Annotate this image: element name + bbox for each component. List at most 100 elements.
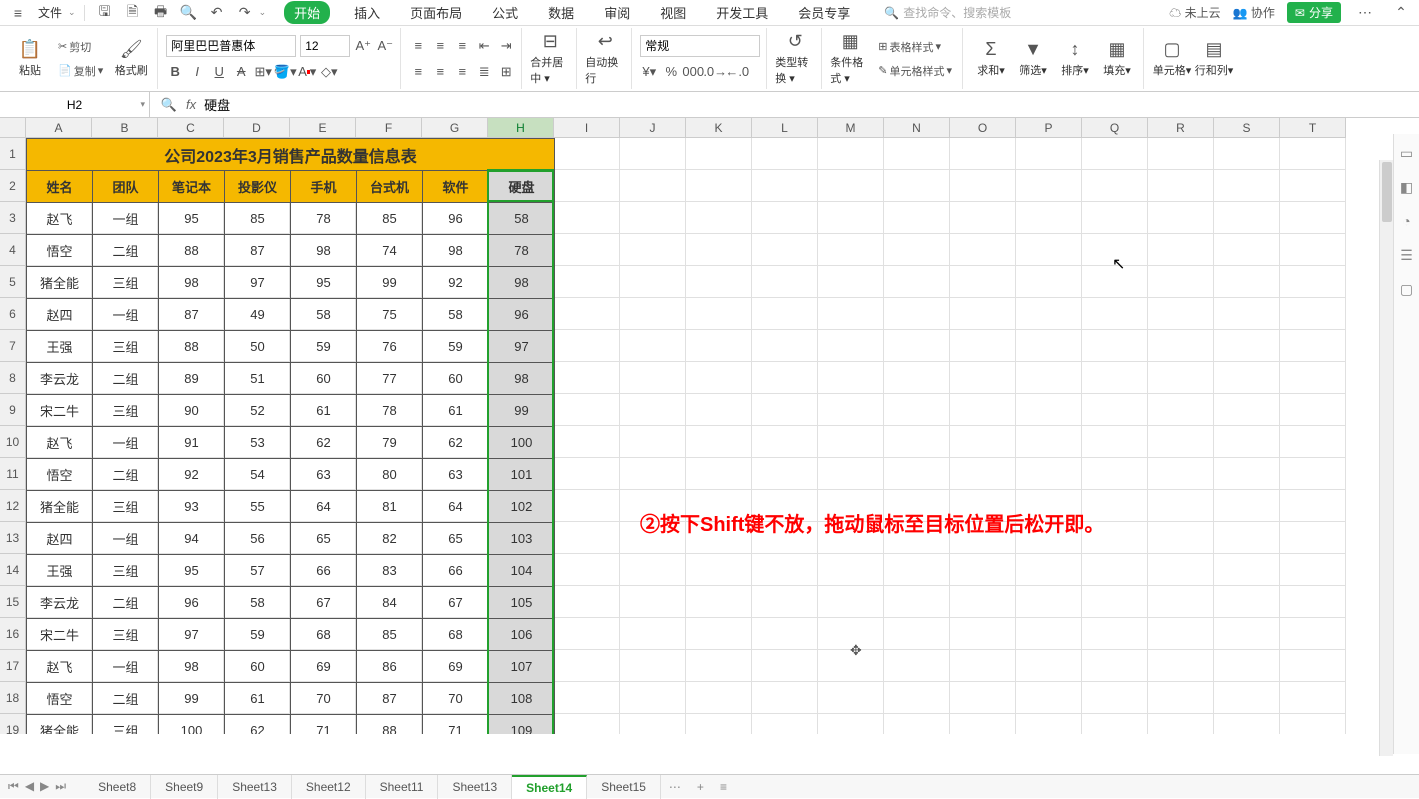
row-header-7[interactable]: 7 bbox=[0, 330, 26, 362]
table-cell[interactable]: 69 bbox=[291, 651, 357, 683]
table-cell[interactable]: 95 bbox=[291, 267, 357, 299]
cell[interactable] bbox=[884, 138, 950, 170]
align-middle-icon[interactable]: ≡ bbox=[431, 37, 449, 55]
cell[interactable] bbox=[1016, 266, 1082, 298]
cell[interactable] bbox=[1148, 522, 1214, 554]
table-cell[interactable]: 94 bbox=[159, 523, 225, 555]
cell[interactable] bbox=[1148, 714, 1214, 734]
table-cell[interactable]: 王强 bbox=[27, 331, 93, 363]
col-header-D[interactable]: D bbox=[224, 118, 290, 138]
cell[interactable] bbox=[1148, 458, 1214, 490]
cell[interactable] bbox=[620, 362, 686, 394]
cell[interactable] bbox=[1016, 362, 1082, 394]
table-cell[interactable]: 52 bbox=[225, 395, 291, 427]
table-cell[interactable]: 97 bbox=[159, 619, 225, 651]
cell[interactable] bbox=[752, 618, 818, 650]
cell[interactable] bbox=[950, 234, 1016, 266]
table-cell[interactable]: 71 bbox=[291, 715, 357, 735]
table-cell[interactable]: 59 bbox=[225, 619, 291, 651]
cell[interactable] bbox=[1082, 394, 1148, 426]
col-header-F[interactable]: F bbox=[356, 118, 422, 138]
col-header-O[interactable]: O bbox=[950, 118, 1016, 138]
sheet-next-icon[interactable]: ▶ bbox=[40, 779, 49, 794]
table-cell[interactable]: 66 bbox=[291, 555, 357, 587]
cell[interactable] bbox=[554, 554, 620, 586]
cell[interactable] bbox=[554, 298, 620, 330]
cell[interactable] bbox=[884, 266, 950, 298]
table-cell[interactable]: 58 bbox=[423, 299, 489, 331]
cell[interactable] bbox=[1148, 170, 1214, 202]
cell[interactable] bbox=[1214, 234, 1280, 266]
cell[interactable] bbox=[620, 650, 686, 682]
fill-color-icon[interactable]: 🪣▾ bbox=[276, 63, 294, 81]
tab-插入[interactable]: 插入 bbox=[348, 1, 386, 24]
table-cell[interactable]: 二组 bbox=[93, 459, 159, 491]
cell[interactable] bbox=[1148, 426, 1214, 458]
table-cell[interactable]: 54 bbox=[225, 459, 291, 491]
table-cell[interactable]: 80 bbox=[357, 459, 423, 491]
sum-button[interactable]: Σ求和▾ bbox=[971, 40, 1011, 78]
cell[interactable] bbox=[1082, 202, 1148, 234]
sheet-last-icon[interactable]: ⏭ bbox=[55, 779, 66, 794]
qat-dropdown-icon[interactable]: ⌄ bbox=[259, 7, 267, 18]
table-cell[interactable]: 89 bbox=[159, 363, 225, 395]
table-cell[interactable]: 55 bbox=[225, 491, 291, 523]
table-cell[interactable]: 63 bbox=[291, 459, 357, 491]
cell[interactable] bbox=[1214, 138, 1280, 170]
command-search[interactable]: 🔍 查找命令、搜索模板 bbox=[884, 4, 1011, 21]
row-header-2[interactable]: 2 bbox=[0, 170, 26, 202]
sheet-tab-Sheet11[interactable]: Sheet11 bbox=[366, 775, 439, 799]
wrap-button[interactable]: ↩ 自动换行 bbox=[585, 32, 625, 86]
col-header-G[interactable]: G bbox=[422, 118, 488, 138]
search-function-icon[interactable]: 🔍 bbox=[160, 96, 178, 114]
cell[interactable] bbox=[818, 426, 884, 458]
table-cell[interactable]: 98 bbox=[159, 267, 225, 299]
cloud-status[interactable]: ☁ 未上云 bbox=[1169, 4, 1220, 21]
cell[interactable] bbox=[752, 394, 818, 426]
cell[interactable] bbox=[1214, 490, 1280, 522]
table-cell[interactable]: 58 bbox=[489, 203, 555, 235]
cell[interactable] bbox=[818, 298, 884, 330]
tab-视图[interactable]: 视图 bbox=[654, 1, 692, 24]
cell[interactable] bbox=[818, 682, 884, 714]
cell[interactable] bbox=[752, 298, 818, 330]
table-cell[interactable]: 97 bbox=[225, 267, 291, 299]
cell[interactable] bbox=[1214, 362, 1280, 394]
cell[interactable] bbox=[620, 298, 686, 330]
cell[interactable] bbox=[1214, 394, 1280, 426]
table-style-button[interactable]: ⊞ 表格样式 ▾ bbox=[874, 36, 956, 58]
select-all-corner[interactable] bbox=[0, 118, 26, 138]
tab-会员专享[interactable]: 会员专享 bbox=[792, 1, 856, 24]
table-cell[interactable]: 三组 bbox=[93, 491, 159, 523]
table-cell[interactable]: 二组 bbox=[93, 683, 159, 715]
table-cell[interactable]: 88 bbox=[357, 715, 423, 735]
table-cell[interactable]: 三组 bbox=[93, 715, 159, 735]
cell[interactable] bbox=[818, 266, 884, 298]
table-cell[interactable]: 67 bbox=[291, 587, 357, 619]
cell[interactable] bbox=[1082, 330, 1148, 362]
cell[interactable] bbox=[950, 362, 1016, 394]
sheets-more-icon[interactable]: ⋯ bbox=[661, 780, 689, 794]
table-cell[interactable]: 70 bbox=[423, 683, 489, 715]
cell[interactable] bbox=[752, 682, 818, 714]
col-header-P[interactable]: P bbox=[1016, 118, 1082, 138]
cell[interactable] bbox=[1214, 202, 1280, 234]
row-header-17[interactable]: 17 bbox=[0, 650, 26, 682]
cell[interactable] bbox=[1148, 394, 1214, 426]
indent-right-icon[interactable]: ⇥ bbox=[497, 37, 515, 55]
cell[interactable] bbox=[1280, 714, 1346, 734]
cell[interactable] bbox=[950, 394, 1016, 426]
table-cell[interactable]: 78 bbox=[291, 203, 357, 235]
decrease-font-icon[interactable]: A⁻ bbox=[376, 37, 394, 55]
cell[interactable] bbox=[884, 362, 950, 394]
tab-审阅[interactable]: 审阅 bbox=[598, 1, 636, 24]
cell[interactable] bbox=[1082, 682, 1148, 714]
table-cell[interactable]: 100 bbox=[489, 427, 555, 459]
cell[interactable] bbox=[686, 298, 752, 330]
table-cell[interactable]: 98 bbox=[159, 651, 225, 683]
table-cell[interactable]: 62 bbox=[423, 427, 489, 459]
table-cell[interactable]: 96 bbox=[423, 203, 489, 235]
font-family-select[interactable] bbox=[166, 35, 296, 57]
cell[interactable] bbox=[1016, 458, 1082, 490]
cell[interactable] bbox=[884, 554, 950, 586]
